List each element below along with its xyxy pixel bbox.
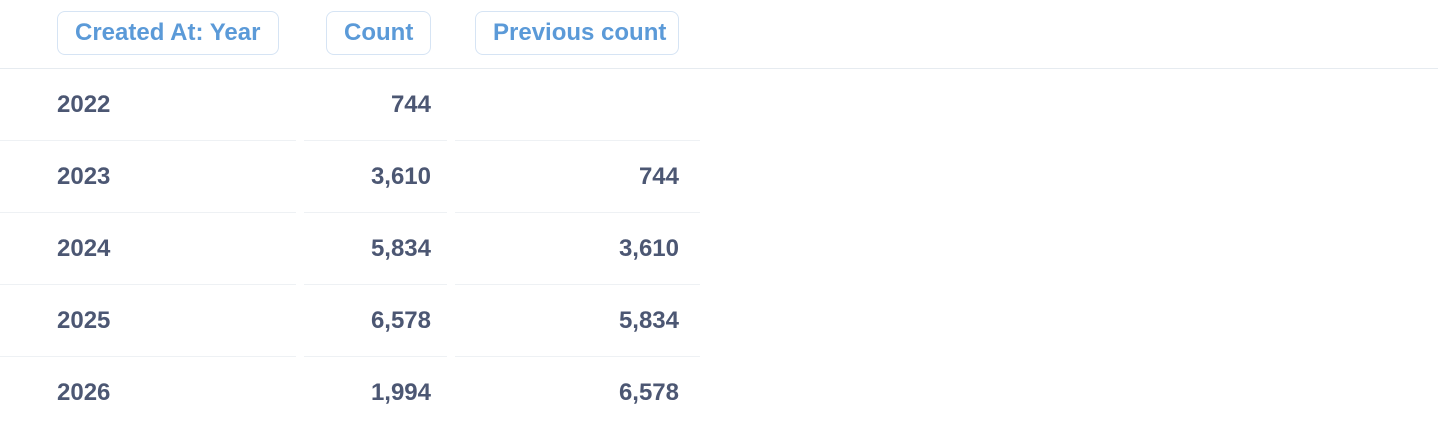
table-row[interactable]: 2023 3,610 744 xyxy=(0,141,700,213)
table-row[interactable]: 2026 1,994 6,578 xyxy=(0,357,700,428)
year-cell[interactable]: 2025 xyxy=(57,285,110,357)
count-cell[interactable]: 744 xyxy=(391,69,431,141)
previous-count-cell[interactable]: 6,578 xyxy=(619,357,679,428)
previous-count-cell[interactable]: 744 xyxy=(639,141,679,213)
column-header-count[interactable]: Count xyxy=(326,11,431,55)
year-cell[interactable]: 2026 xyxy=(57,357,110,428)
count-cell[interactable]: 1,994 xyxy=(371,357,431,428)
year-cell[interactable]: 2023 xyxy=(57,141,110,213)
count-cell[interactable]: 6,578 xyxy=(371,285,431,357)
previous-count-cell[interactable]: 3,610 xyxy=(619,213,679,285)
column-header-previous-count[interactable]: Previous count xyxy=(475,11,679,55)
table-row[interactable]: 2024 5,834 3,610 xyxy=(0,213,700,285)
year-cell[interactable]: 2024 xyxy=(57,213,110,285)
previous-count-cell[interactable]: 5,834 xyxy=(619,285,679,357)
count-cell[interactable]: 5,834 xyxy=(371,213,431,285)
column-header-created-at-year[interactable]: Created At: Year xyxy=(57,11,279,55)
count-cell[interactable]: 3,610 xyxy=(371,141,431,213)
data-table: Created At: Year Count Previous count 20… xyxy=(0,0,1438,428)
table-row[interactable]: 2022 744 xyxy=(0,69,700,141)
table-header: Created At: Year Count Previous count xyxy=(0,0,1438,69)
year-cell[interactable]: 2022 xyxy=(57,69,110,141)
table-row[interactable]: 2025 6,578 5,834 xyxy=(0,285,700,357)
